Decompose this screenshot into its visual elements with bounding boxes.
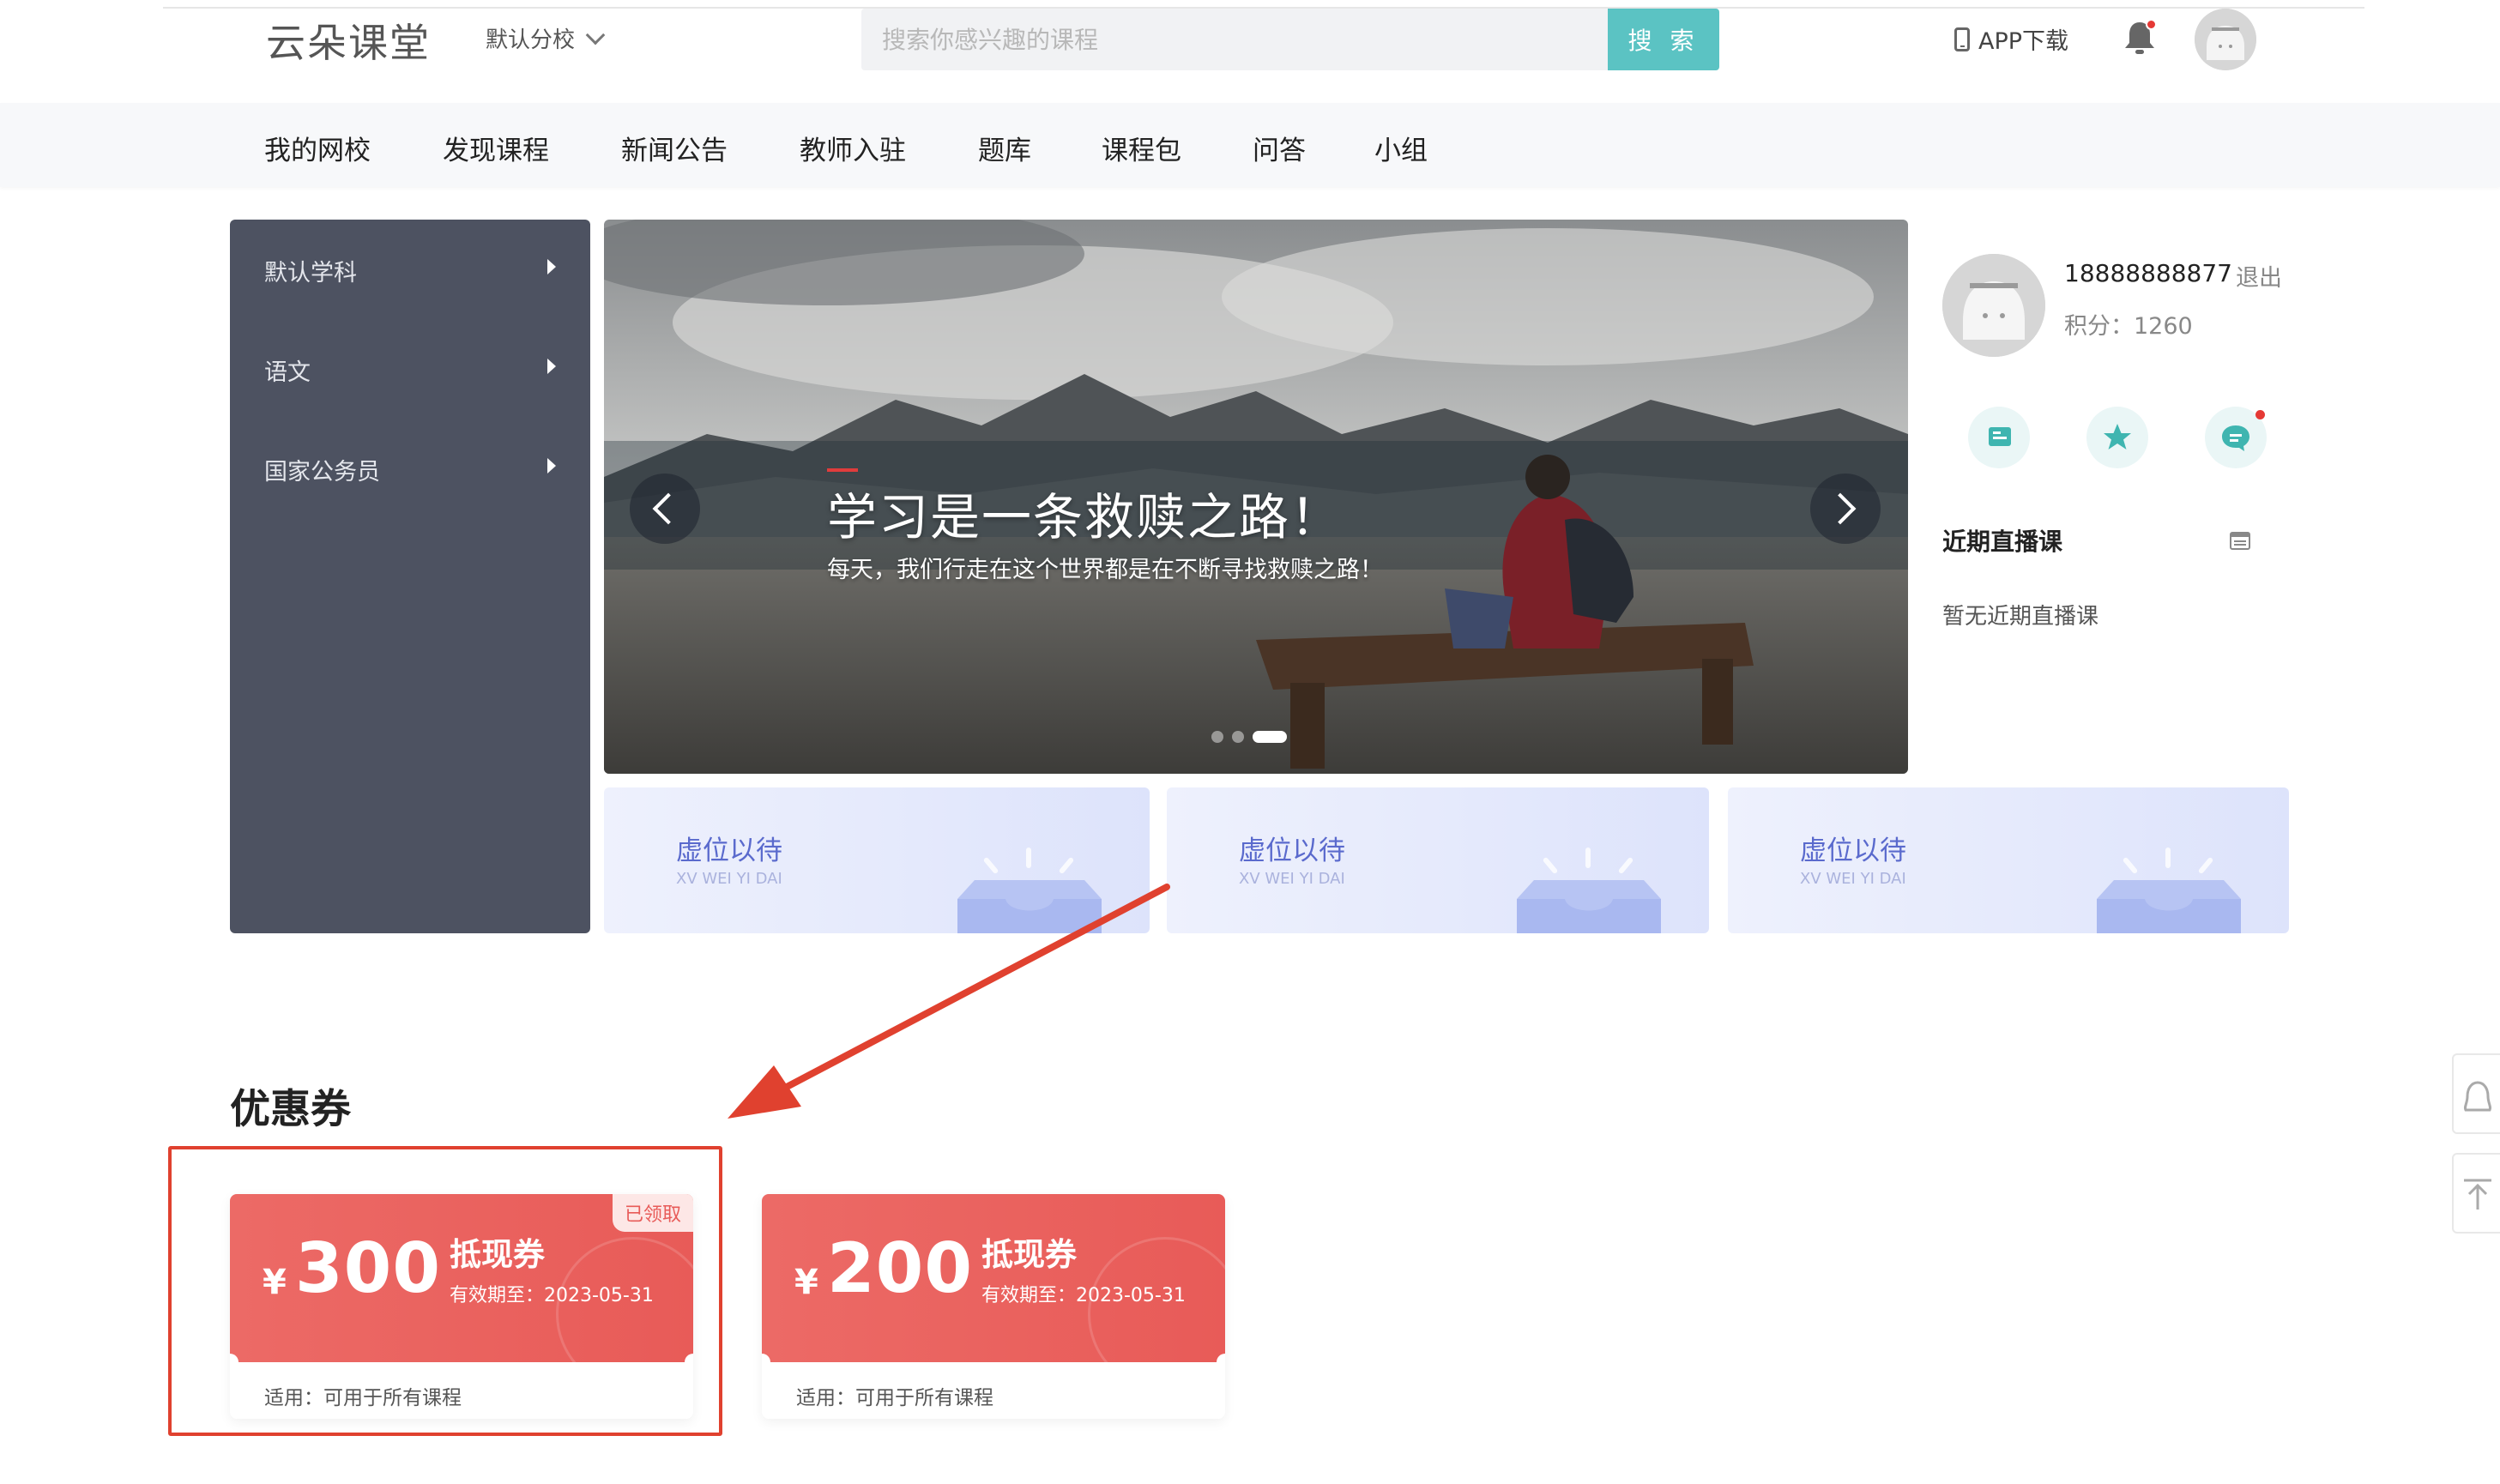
coupon-section-title: 优惠券 xyxy=(230,1086,351,1133)
coupon-watermark xyxy=(556,1237,693,1391)
coupon-claimed-badge: 已领取 xyxy=(612,1194,693,1232)
coupon-body: ¥ 200 抵现券 有效期至：2023-05-31 xyxy=(762,1194,1225,1391)
coupon-type: 抵现券 xyxy=(981,1236,1077,1273)
arrow-up-icon xyxy=(2464,1179,2491,1210)
qq-icon xyxy=(2463,1081,2492,1112)
coupon-usage: 适用：可用于所有课程 xyxy=(264,1387,462,1409)
page: 云朵课堂 默认分校 搜 索 APP下载 我的网校 发现课程 新闻公告 教师入驻 … xyxy=(0,0,2500,1484)
coupon-card-300[interactable]: ¥ 300 抵现券 有效期至：2023-05-31 已领取 适用：可用于所有课程 xyxy=(230,1194,693,1419)
back-to-top-button[interactable] xyxy=(2452,1153,2500,1234)
coupon-usage: 适用：可用于所有课程 xyxy=(796,1387,993,1409)
coupon-amount: 300 xyxy=(295,1228,441,1308)
qq-service-button[interactable] xyxy=(2452,1053,2500,1134)
coupon-expiry: 有效期至：2023-05-31 xyxy=(450,1285,654,1306)
coupon-card-200[interactable]: ¥ 200 抵现券 有效期至：2023-05-31 适用：可用于所有课程 xyxy=(762,1194,1225,1419)
coupon-body: ¥ 300 抵现券 有效期至：2023-05-31 已领取 xyxy=(230,1194,693,1391)
coupon-amount: 200 xyxy=(827,1228,973,1308)
currency-symbol: ¥ xyxy=(263,1263,287,1302)
coupon-type: 抵现券 xyxy=(450,1236,545,1273)
coupon-watermark xyxy=(1088,1237,1225,1391)
currency-symbol: ¥ xyxy=(794,1263,818,1302)
coupon-expiry: 有效期至：2023-05-31 xyxy=(981,1285,1186,1306)
